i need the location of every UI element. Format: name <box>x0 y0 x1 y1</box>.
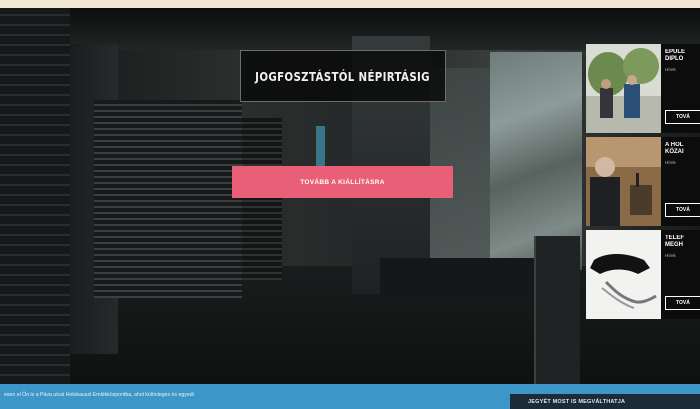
news-card-more-button[interactable]: TOVÁ <box>665 203 700 217</box>
news-card-title: TELEF MEGH <box>665 235 684 248</box>
news-card-tag: Hírek <box>665 253 676 258</box>
news-card-more-button[interactable]: TOVÁ <box>665 296 700 310</box>
exhibition-title-box: JOGFOSZTÁSTÓL NÉPIRTÁSIG <box>240 50 446 102</box>
news-card[interactable]: TELEF MEGH Hírek TOVÁ <box>586 230 700 319</box>
news-card-title: ÉPÜLE DIPLO <box>665 49 686 62</box>
news-cards: ÉPÜLE DIPLO Hírek TOVÁ A HOL KÖZAI Hírek <box>586 44 700 319</box>
news-card[interactable]: A HOL KÖZAI Hírek TOVÁ <box>586 137 700 226</box>
news-card-more-button[interactable]: TOVÁ <box>665 110 700 124</box>
hero-wall-slats-2 <box>242 118 282 280</box>
exhibition-title: JOGFOSZTÁSTÓL NÉPIRTÁSIG <box>255 68 431 84</box>
news-card[interactable]: ÉPÜLE DIPLO Hírek TOVÁ <box>586 44 700 133</box>
news-card-title: A HOL KÖZAI <box>665 142 684 155</box>
news-card-tag: Hírek <box>665 160 676 165</box>
page: JOGFOSZTÁSTÓL NÉPIRTÁSIG TOVÁBB A KIÁLLÍ… <box>0 0 700 409</box>
ticket-bar: esen el Ön is a Páva utcai Holokauszt Em… <box>0 384 700 409</box>
continue-to-exhibition-button[interactable]: TOVÁBB A KIÁLLÍTÁSRA <box>232 166 453 198</box>
news-card-thumbnail <box>586 137 661 226</box>
hero-wall-slats <box>94 100 242 298</box>
buy-ticket-button[interactable]: JEGYÉT MOST IS MEGVÁLTHATJA <box>510 394 700 409</box>
news-card-tag: Hírek <box>665 67 676 72</box>
news-card-thumbnail <box>586 230 661 319</box>
hero-left-wall <box>0 8 70 384</box>
ticket-bar-text: esen el Ön is a Páva utcai Holokauszt Em… <box>4 392 194 398</box>
top-strip <box>0 0 700 8</box>
news-card-thumbnail <box>586 44 661 133</box>
hero-vitrine <box>534 236 580 384</box>
